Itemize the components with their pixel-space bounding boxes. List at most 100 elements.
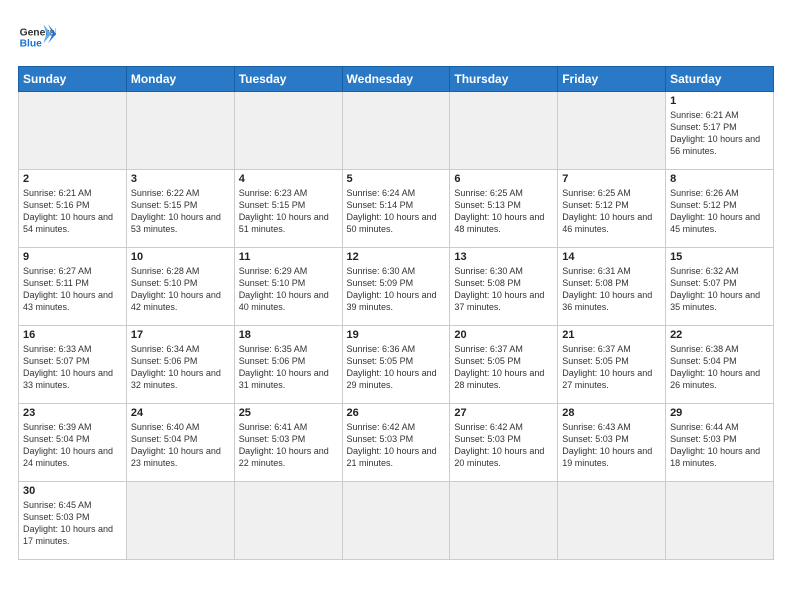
calendar-cell: 5Sunrise: 6:24 AM Sunset: 5:14 PM Daylig…	[342, 170, 450, 248]
day-number: 10	[131, 251, 230, 263]
day-info: Sunrise: 6:32 AM Sunset: 5:07 PM Dayligh…	[670, 265, 769, 314]
calendar-cell	[558, 92, 666, 170]
col-header-wednesday: Wednesday	[342, 67, 450, 92]
calendar-cell: 15 Sunrise: 6:32 AM Sunset: 5:07 PM Dayli…	[666, 248, 774, 326]
svg-text:Blue: Blue	[20, 39, 43, 50]
day-info: Sunrise: 6:40 AM Sunset: 5:04 PM Dayligh…	[131, 421, 230, 470]
day-info: Sunrise: 6:37 AM Sunset: 5:05 PM Dayligh…	[562, 343, 661, 392]
day-info: Sunrise: 6:27 AM Sunset: 5:11 PM Dayligh…	[23, 265, 122, 314]
calendar-cell: 12 Sunrise: 6:30 AM Sunset: 5:09 PM Dayli…	[342, 248, 450, 326]
calendar-cell: 25 Sunrise: 6:41 AM Sunset: 5:03 PM Dayli…	[234, 404, 342, 482]
day-number: 9	[23, 251, 122, 263]
day-info: Sunrise: 6:29 AM Sunset: 5:10 PM Dayligh…	[239, 265, 338, 314]
day-info: Sunrise: 6:22 AM Sunset: 5:15 PM Dayligh…	[131, 187, 230, 236]
calendar-cell: 14 Sunrise: 6:31 AM Sunset: 5:08 PM Dayli…	[558, 248, 666, 326]
logo: General Blue	[18, 18, 56, 56]
calendar-cell: 27Sunrise: 6:42 AM Sunset: 5:03 PM Dayli…	[450, 404, 558, 482]
day-number: 25	[239, 407, 338, 419]
col-header-thursday: Thursday	[450, 67, 558, 92]
calendar-cell: 1 Sunrise: 6:21 AM Sunset: 5:17 PM Daylig…	[666, 92, 774, 170]
day-number: 13	[454, 251, 553, 263]
calendar-week-row: 1 Sunrise: 6:21 AM Sunset: 5:17 PM Daylig…	[19, 92, 774, 170]
calendar-cell: 4 Sunrise: 6:23 AM Sunset: 5:15 PM Daylig…	[234, 170, 342, 248]
calendar-cell: 11Sunrise: 6:29 AM Sunset: 5:10 PM Dayli…	[234, 248, 342, 326]
calendar-cell: 24 Sunrise: 6:40 AM Sunset: 5:04 PM Dayli…	[126, 404, 234, 482]
header: General Blue	[18, 18, 774, 56]
day-info: Sunrise: 6:30 AM Sunset: 5:08 PM Dayligh…	[454, 265, 553, 314]
day-number: 18	[239, 329, 338, 341]
day-info: Sunrise: 6:36 AM Sunset: 5:05 PM Dayligh…	[347, 343, 446, 392]
day-info: Sunrise: 6:41 AM Sunset: 5:03 PM Dayligh…	[239, 421, 338, 470]
day-info: Sunrise: 6:37 AM Sunset: 5:05 PM Dayligh…	[454, 343, 553, 392]
calendar-cell	[234, 482, 342, 560]
day-number: 3	[131, 173, 230, 185]
calendar-cell: 9 Sunrise: 6:27 AM Sunset: 5:11 PM Daylig…	[19, 248, 127, 326]
calendar-cell: 20 Sunrise: 6:37 AM Sunset: 5:05 PM Dayli…	[450, 326, 558, 404]
calendar-cell: 30Sunrise: 6:45 AM Sunset: 5:03 PM Dayli…	[19, 482, 127, 560]
day-number: 29	[670, 407, 769, 419]
day-number: 16	[23, 329, 122, 341]
calendar-cell: 16 Sunrise: 6:33 AM Sunset: 5:07 PM Dayli…	[19, 326, 127, 404]
day-number: 23	[23, 407, 122, 419]
day-info: Sunrise: 6:31 AM Sunset: 5:08 PM Dayligh…	[562, 265, 661, 314]
day-info: Sunrise: 6:30 AM Sunset: 5:09 PM Dayligh…	[347, 265, 446, 314]
day-info: Sunrise: 6:42 AM Sunset: 5:03 PM Dayligh…	[347, 421, 446, 470]
calendar-cell	[19, 92, 127, 170]
calendar-week-row: 2Sunrise: 6:21 AM Sunset: 5:16 PM Daylig…	[19, 170, 774, 248]
calendar-cell: 22 Sunrise: 6:38 AM Sunset: 5:04 PM Dayli…	[666, 326, 774, 404]
calendar-cell: 3 Sunrise: 6:22 AM Sunset: 5:15 PM Daylig…	[126, 170, 234, 248]
day-info: Sunrise: 6:28 AM Sunset: 5:10 PM Dayligh…	[131, 265, 230, 314]
day-info: Sunrise: 6:34 AM Sunset: 5:06 PM Dayligh…	[131, 343, 230, 392]
calendar-cell: 26 Sunrise: 6:42 AM Sunset: 5:03 PM Dayli…	[342, 404, 450, 482]
day-info: Sunrise: 6:35 AM Sunset: 5:06 PM Dayligh…	[239, 343, 338, 392]
calendar-cell	[450, 482, 558, 560]
day-number: 26	[347, 407, 446, 419]
page: General Blue SundayMondayTuesdayWednesda…	[0, 0, 792, 612]
calendar-cell: 23Sunrise: 6:39 AM Sunset: 5:04 PM Dayli…	[19, 404, 127, 482]
day-info: Sunrise: 6:33 AM Sunset: 5:07 PM Dayligh…	[23, 343, 122, 392]
day-number: 24	[131, 407, 230, 419]
calendar-cell: 29 Sunrise: 6:44 AM Sunset: 5:03 PM Dayli…	[666, 404, 774, 482]
day-number: 22	[670, 329, 769, 341]
col-header-sunday: Sunday	[19, 67, 127, 92]
day-number: 4	[239, 173, 338, 185]
calendar-week-row: 30Sunrise: 6:45 AM Sunset: 5:03 PM Dayli…	[19, 482, 774, 560]
calendar-cell	[126, 92, 234, 170]
day-number: 15	[670, 251, 769, 263]
day-number: 2	[23, 173, 122, 185]
calendar-week-row: 16 Sunrise: 6:33 AM Sunset: 5:07 PM Dayli…	[19, 326, 774, 404]
calendar-cell	[342, 92, 450, 170]
calendar-cell	[558, 482, 666, 560]
day-info: Sunrise: 6:44 AM Sunset: 5:03 PM Dayligh…	[670, 421, 769, 470]
day-number: 7	[562, 173, 661, 185]
col-header-saturday: Saturday	[666, 67, 774, 92]
day-info: Sunrise: 6:25 AM Sunset: 5:13 PM Dayligh…	[454, 187, 553, 236]
day-number: 17	[131, 329, 230, 341]
day-number: 6	[454, 173, 553, 185]
calendar-cell: 10 Sunrise: 6:28 AM Sunset: 5:10 PM Dayli…	[126, 248, 234, 326]
generalblue-logo-icon: General Blue	[18, 18, 56, 56]
day-number: 12	[347, 251, 446, 263]
calendar-cell: 7 Sunrise: 6:25 AM Sunset: 5:12 PM Daylig…	[558, 170, 666, 248]
day-info: Sunrise: 6:25 AM Sunset: 5:12 PM Dayligh…	[562, 187, 661, 236]
day-number: 21	[562, 329, 661, 341]
calendar-cell	[234, 92, 342, 170]
col-header-friday: Friday	[558, 67, 666, 92]
calendar-cell	[126, 482, 234, 560]
calendar-cell: 19Sunrise: 6:36 AM Sunset: 5:05 PM Dayli…	[342, 326, 450, 404]
day-number: 8	[670, 173, 769, 185]
day-number: 30	[23, 485, 122, 497]
day-number: 1	[670, 95, 769, 107]
day-info: Sunrise: 6:23 AM Sunset: 5:15 PM Dayligh…	[239, 187, 338, 236]
day-info: Sunrise: 6:43 AM Sunset: 5:03 PM Dayligh…	[562, 421, 661, 470]
day-info: Sunrise: 6:21 AM Sunset: 5:17 PM Dayligh…	[670, 109, 769, 158]
calendar-cell: 21 Sunrise: 6:37 AM Sunset: 5:05 PM Dayli…	[558, 326, 666, 404]
calendar-cell: 13 Sunrise: 6:30 AM Sunset: 5:08 PM Dayli…	[450, 248, 558, 326]
calendar-table: SundayMondayTuesdayWednesdayThursdayFrid…	[18, 66, 774, 560]
calendar-cell	[666, 482, 774, 560]
day-info: Sunrise: 6:38 AM Sunset: 5:04 PM Dayligh…	[670, 343, 769, 392]
calendar-cell: 17 Sunrise: 6:34 AM Sunset: 5:06 PM Dayli…	[126, 326, 234, 404]
day-number: 14	[562, 251, 661, 263]
col-header-monday: Monday	[126, 67, 234, 92]
day-number: 20	[454, 329, 553, 341]
